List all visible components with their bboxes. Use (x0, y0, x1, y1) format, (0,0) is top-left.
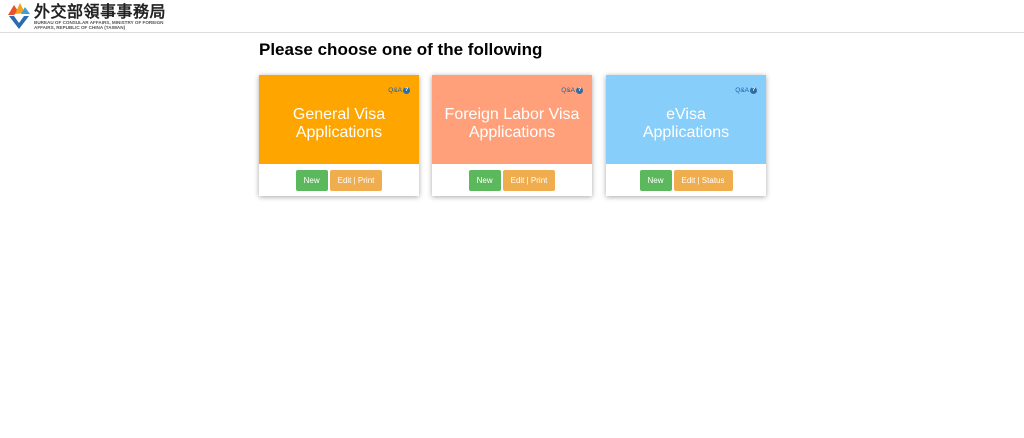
logo-subtitle: BUREAU OF CONSULAR AFFAIRS, MINISTRY OF … (34, 20, 169, 30)
site-header: 外交部領事事務局 BUREAU OF CONSULAR AFFAIRS, MIN… (0, 0, 1024, 33)
question-circle-icon: ? (750, 87, 757, 94)
new-application-button[interactable]: New (295, 169, 328, 191)
card-title: Foreign Labor Visa Applications (432, 106, 592, 142)
question-circle-icon: ? (403, 87, 410, 94)
qa-link[interactable]: Q&A ? (735, 87, 757, 94)
card-foreign-labor-visa: Q&A ? Foreign Labor Visa Applications Ne… (432, 75, 592, 196)
card-header: Q&A ? Foreign Labor Visa Applications (432, 75, 592, 164)
qa-label: Q&A (561, 87, 575, 94)
card-title-line2: Applications (642, 124, 730, 141)
bureau-logo-icon (8, 3, 30, 29)
edit-print-button[interactable]: Edit | Print (502, 169, 556, 191)
edit-status-button[interactable]: Edit | Status (673, 169, 733, 191)
card-header: Q&A ? General Visa Applications (259, 75, 419, 164)
card-actions: New Edit | Print (259, 164, 419, 196)
logo-title: 外交部領事事務局 (34, 2, 167, 21)
logo-subtitle-line2: AFFAIRS, REPUBLIC OF CHINA (TAIWAN) (34, 25, 126, 30)
card-title-line1: eVisa (666, 106, 706, 123)
card-title-line2: Applications (295, 124, 383, 141)
page-title: Please choose one of the following (259, 40, 543, 59)
card-title-line1: General Visa (292, 106, 386, 123)
bureau-logo[interactable]: 外交部領事事務局 BUREAU OF CONSULAR AFFAIRS, MIN… (6, 2, 166, 30)
card-title-line1: Foreign Labor Visa (444, 106, 580, 123)
card-evisa: Q&A ? eVisa Applications New Edit | Stat… (606, 75, 766, 196)
card-title: eVisa Applications (606, 106, 766, 142)
edit-print-button[interactable]: Edit | Print (329, 169, 383, 191)
qa-link[interactable]: Q&A ? (561, 87, 583, 94)
qa-label: Q&A (388, 87, 402, 94)
card-actions: New Edit | Status (606, 164, 766, 196)
qa-label: Q&A (735, 87, 749, 94)
card-title: General Visa Applications (259, 106, 419, 142)
new-application-button[interactable]: New (468, 169, 501, 191)
qa-link[interactable]: Q&A ? (388, 87, 410, 94)
question-circle-icon: ? (576, 87, 583, 94)
card-actions: New Edit | Print (432, 164, 592, 196)
card-header: Q&A ? eVisa Applications (606, 75, 766, 164)
new-application-button[interactable]: New (639, 169, 672, 191)
card-title-line2: Applications (468, 124, 556, 141)
card-general-visa: Q&A ? General Visa Applications New Edit… (259, 75, 419, 196)
